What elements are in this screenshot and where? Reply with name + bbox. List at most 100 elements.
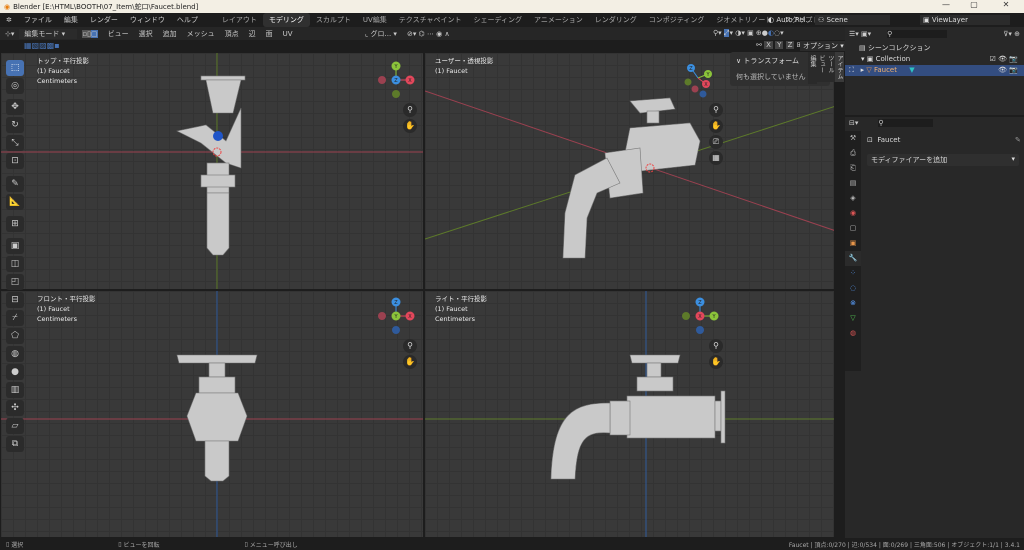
tab-animation[interactable]: アニメーション [528, 13, 589, 27]
menu-mesh[interactable]: メッシュ [182, 29, 220, 39]
tab-uv-editing[interactable]: UV編集 [357, 13, 393, 27]
options-dropdown[interactable]: オプション ▾ [800, 41, 847, 51]
nav-gizmo-front[interactable]: ZY X [376, 294, 420, 338]
material-tab-icon[interactable]: ◍ [845, 326, 861, 341]
menu-help[interactable]: ヘルプ [171, 15, 204, 25]
view-layer-selector[interactable]: ▣ ViewLayer [920, 15, 1010, 25]
menu-add[interactable]: 追加 [158, 29, 182, 39]
view-layer-tab-icon[interactable]: ▤ [845, 176, 861, 191]
modifier-tab-icon[interactable]: 🔧 [845, 251, 861, 266]
scale-tool[interactable]: ⤡ [6, 135, 24, 151]
constraints-tab-icon[interactable]: ⊗ [845, 296, 861, 311]
menu-vertex[interactable]: 頂点 [220, 29, 244, 39]
viewport-user-perspective[interactable]: ユーザー・透視投影 (1) Faucet [424, 52, 835, 290]
knife-tool[interactable]: ⌿ [6, 310, 24, 326]
scene-tab-icon[interactable]: ◈ [845, 191, 861, 206]
filter-icon[interactable]: ⊽▾ ⊕ [1003, 30, 1024, 38]
data-tab-icon[interactable]: ▽ [845, 311, 861, 326]
menu-face[interactable]: 面 [261, 29, 278, 39]
properties-search[interactable]: ⚲ [878, 119, 934, 127]
axis-z-toggle[interactable]: Z [785, 41, 795, 49]
tab-rendering[interactable]: レンダリング [589, 13, 643, 27]
blender-menu-icon[interactable]: ✲ [0, 16, 18, 24]
rotate-tool[interactable]: ↻ [6, 117, 24, 133]
extrude-tool[interactable]: ▣ [6, 238, 24, 254]
visibility-icons[interactable]: 👁 📷 [998, 66, 1018, 74]
smooth-tool[interactable]: ● [6, 364, 24, 380]
tab-item[interactable]: アイテム [835, 52, 844, 82]
visibility-icons[interactable]: ☑ 👁 📷 [990, 55, 1018, 63]
select-box-modes[interactable]: ▦▧▨▩▪ [24, 41, 60, 50]
pan-hand-icon[interactable]: ✋ [403, 355, 417, 369]
outliner-search[interactable]: ⚲ [887, 29, 948, 38]
camera-icon[interactable]: ⎚ [709, 135, 723, 149]
inset-tool[interactable]: ◫ [6, 256, 24, 272]
axis-x-toggle[interactable]: X [764, 41, 773, 49]
menu-render[interactable]: レンダー [84, 15, 124, 25]
grid-view-icon[interactable]: ▦ [709, 151, 723, 165]
axis-y-toggle[interactable]: Y [775, 41, 784, 49]
maximize-button[interactable]: ▢ [960, 0, 988, 9]
overlay-shading-icons[interactable]: ⚲▾ ⤢▾ ◑▾ ▣ ⊕●◐◌▾ [708, 29, 789, 38]
tab-sculpt[interactable]: スカルプト [310, 13, 357, 27]
menu-uv[interactable]: UV [278, 30, 298, 38]
tab-layout[interactable]: レイアウト [216, 13, 263, 27]
close-button[interactable]: ✕ [992, 0, 1020, 9]
menu-file[interactable]: ファイル [18, 15, 58, 25]
world-tab-icon[interactable]: ◉ [845, 206, 861, 221]
select-box-tool[interactable]: ⬚ [6, 60, 24, 76]
menu-edge[interactable]: 辺 [244, 29, 261, 39]
move-tool[interactable]: ✥ [6, 99, 24, 115]
editor-type-icon[interactable]: ⊟▾ [849, 119, 858, 127]
zoom-icon[interactable]: ⚲ [709, 103, 723, 117]
display-mode-icon[interactable]: ☰▾ ▣▾ [849, 30, 871, 38]
render-tab-icon[interactable]: ⎙ [845, 146, 861, 161]
add-modifier-button[interactable]: モディファイアーを追加 ▾ [867, 154, 1019, 166]
bevel-tool[interactable]: ◰ [6, 274, 24, 290]
nav-gizmo-top[interactable]: YZ X [376, 58, 420, 102]
poly-build-tool[interactable]: ⬠ [6, 328, 24, 344]
spin-tool[interactable]: ◍ [6, 346, 24, 362]
select-mode-buttons[interactable]: ▫▯▢ [77, 29, 102, 38]
shrink-fatten-tool[interactable]: ✣ [6, 400, 24, 416]
zoom-icon[interactable]: ⚲ [403, 103, 417, 117]
physics-tab-icon[interactable]: ◌ [845, 281, 861, 296]
collection-tab-icon[interactable]: ▢ [845, 221, 861, 236]
pan-hand-icon[interactable]: ✋ [403, 119, 417, 133]
edge-slide-tool[interactable]: ▥ [6, 382, 24, 398]
menu-select[interactable]: 選択 [134, 29, 158, 39]
viewport-front[interactable]: フロント・平行投影 (1) Faucet Centimeters [0, 290, 424, 538]
menu-view[interactable]: ビュー [103, 29, 134, 39]
nav-gizmo-user[interactable]: ZYX [678, 62, 718, 106]
pin-icon[interactable]: ✎ [1015, 136, 1021, 144]
annotate-tool[interactable]: ✎ [6, 176, 24, 192]
tab-edit[interactable]: 編集 [808, 52, 817, 84]
tab-view[interactable]: ビュー [817, 52, 826, 82]
cursor-tool[interactable]: ◎ [6, 78, 24, 94]
scene-selector[interactable]: ⚇ Scene [815, 15, 890, 25]
collection-row[interactable]: ▾ ▣ Collection ☑ 👁 📷 [845, 53, 1024, 63]
viewport-right[interactable]: ライト・平行投影 (1) Faucet Centimeters [424, 290, 835, 538]
tool-tab-icon[interactable]: ⚒ [845, 131, 861, 146]
mirror-axes[interactable]: ⚯ X Y Z ⊞ [756, 41, 803, 49]
tab-tool[interactable]: ツール [826, 52, 835, 82]
tab-texture-paint[interactable]: テクスチャペイント [393, 13, 468, 27]
viewport-top[interactable]: トップ・平行投影 (1) Faucet Centimeters [0, 52, 424, 290]
zoom-icon[interactable]: ⚲ [709, 339, 723, 353]
particles-tab-icon[interactable]: ⁘ [845, 266, 861, 281]
output-tab-icon[interactable]: ⎗ [845, 161, 861, 176]
pan-hand-icon[interactable]: ✋ [709, 119, 723, 133]
minimize-button[interactable]: — [932, 0, 960, 9]
transform-tool[interactable]: ⊡ [6, 153, 24, 169]
object-tab-icon[interactable]: ▣ [845, 236, 861, 251]
pan-hand-icon[interactable]: ✋ [709, 355, 723, 369]
shear-tool[interactable]: ▱ [6, 418, 24, 434]
tab-shading[interactable]: シェーディング [468, 13, 529, 27]
faucet-row[interactable]: ⛶ ▸ ▽ Faucet ▼ 👁 📷 [845, 65, 1024, 76]
zoom-icon[interactable]: ⚲ [403, 339, 417, 353]
nav-gizmo-right[interactable]: ZX Y [680, 294, 724, 338]
add-cube-tool[interactable]: ⊞ [6, 216, 24, 232]
menu-window[interactable]: ウィンドウ [124, 15, 171, 25]
tab-compositing[interactable]: コンポジティング [643, 13, 711, 27]
editor-type-icon[interactable]: ⊹▾ [0, 30, 19, 38]
